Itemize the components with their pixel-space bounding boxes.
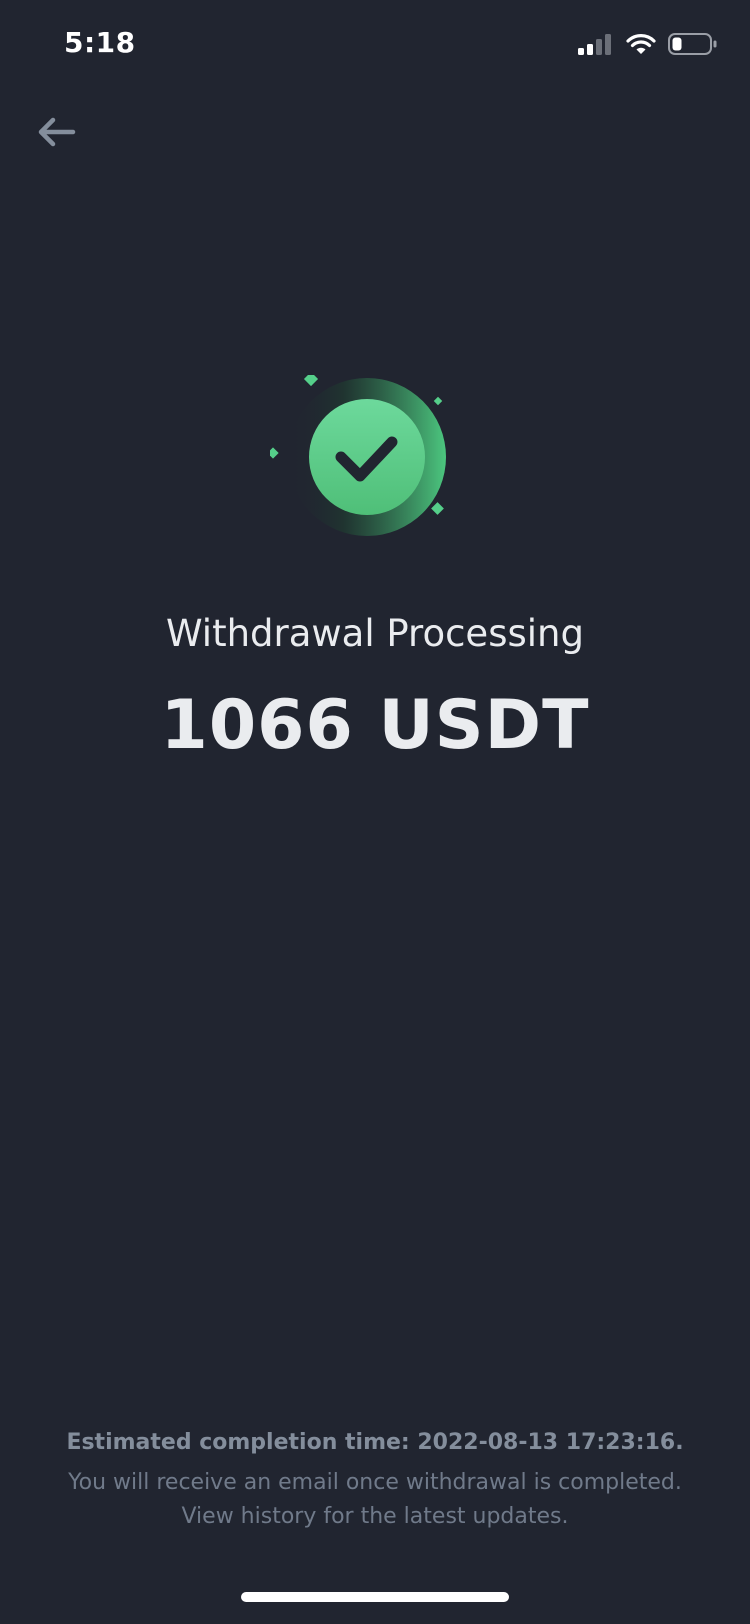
email-note-line-2: View history for the latest updates.	[181, 1504, 569, 1529]
success-illustration	[267, 371, 470, 555]
result-title: Withdrawal Processing	[166, 612, 584, 655]
email-note-line-1: You will receive an email once withdrawa…	[68, 1470, 682, 1495]
status-time: 5:18	[64, 26, 136, 59]
battery-icon	[668, 33, 717, 55]
status-icons	[578, 32, 718, 56]
email-note: You will receive an email once withdrawa…	[0, 1466, 750, 1534]
status-bar: 5:18	[0, 0, 750, 90]
completion-info: Estimated completion time: 2022-08-13 17…	[0, 1426, 750, 1534]
back-button[interactable]	[34, 110, 78, 154]
estimated-completion-time: Estimated completion time: 2022-08-13 17…	[66, 1430, 684, 1455]
arrow-left-icon	[38, 117, 76, 147]
withdrawal-amount: 1066 USDT	[160, 686, 590, 765]
cellular-signal-icon	[578, 34, 611, 55]
success-check-icon	[267, 371, 446, 536]
home-indicator[interactable]	[241, 1592, 509, 1602]
wifi-icon	[626, 34, 656, 54]
